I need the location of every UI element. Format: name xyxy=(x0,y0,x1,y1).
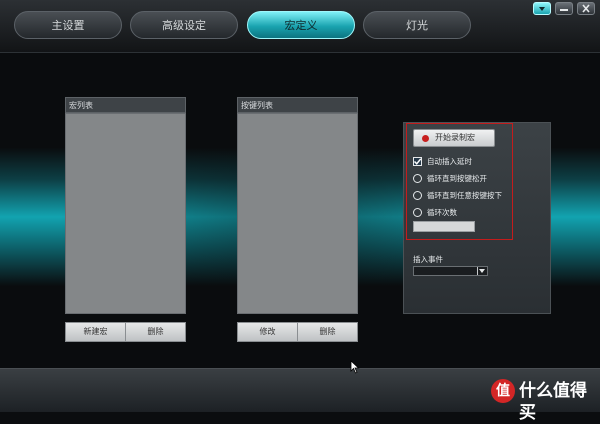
start-recording-button[interactable]: 开始录制宏 xyxy=(413,129,495,147)
dropdown-icon[interactable] xyxy=(533,2,551,15)
loop-count-label: 循环次数 xyxy=(427,208,457,217)
tab-main-settings[interactable]: 主设置 xyxy=(14,11,122,39)
tab-macro-definition[interactable]: 宏定义 xyxy=(247,11,355,39)
checkbox-checked-icon xyxy=(413,157,422,166)
macro-list-title: 宏列表 xyxy=(65,97,186,113)
minimize-icon[interactable] xyxy=(555,2,573,15)
watermark-text: 什么值得买 xyxy=(519,381,587,423)
app-window: 主设置 高级设定 宏定义 灯光 宏列表 新建宏 删除 按键列表 修改 删除 开始… xyxy=(0,0,600,423)
radio-icon xyxy=(413,191,422,200)
delete-macro-button[interactable]: 删除 xyxy=(125,322,186,342)
radio-icon xyxy=(413,208,422,217)
edit-key-button[interactable]: 修改 xyxy=(237,322,298,342)
watermark-logo-icon: 值 xyxy=(491,379,515,403)
auto-insert-delay-label: 自动插入延时 xyxy=(427,157,472,166)
new-macro-button[interactable]: 新建宏 xyxy=(65,322,126,342)
key-list-title: 按键列表 xyxy=(237,97,358,113)
watermark: 值 什么值得买 xyxy=(491,379,596,423)
mouse-cursor-icon xyxy=(350,360,360,374)
key-list-box[interactable] xyxy=(237,113,358,314)
loop-until-any-key-label: 循环直到任意按键按下 xyxy=(427,191,502,200)
chevron-down-icon xyxy=(479,269,485,273)
loop-count-input[interactable] xyxy=(413,221,475,232)
record-icon xyxy=(422,135,429,142)
dropdown-separator xyxy=(477,267,478,275)
close-icon[interactable] xyxy=(577,2,595,15)
radio-icon xyxy=(413,174,422,183)
tab-lighting[interactable]: 灯光 xyxy=(363,11,471,39)
insert-event-label: 插入事件 xyxy=(413,255,443,264)
insert-event-dropdown[interactable] xyxy=(413,266,488,276)
tab-advanced-settings[interactable]: 高级设定 xyxy=(130,11,238,39)
record-button-label: 开始录制宏 xyxy=(435,133,475,142)
top-navigation-bar: 主设置 高级设定 宏定义 灯光 xyxy=(0,0,600,53)
loop-until-release-label: 循环直到按键松开 xyxy=(427,174,487,183)
delete-key-button[interactable]: 删除 xyxy=(297,322,358,342)
macro-list-box[interactable] xyxy=(65,113,186,314)
